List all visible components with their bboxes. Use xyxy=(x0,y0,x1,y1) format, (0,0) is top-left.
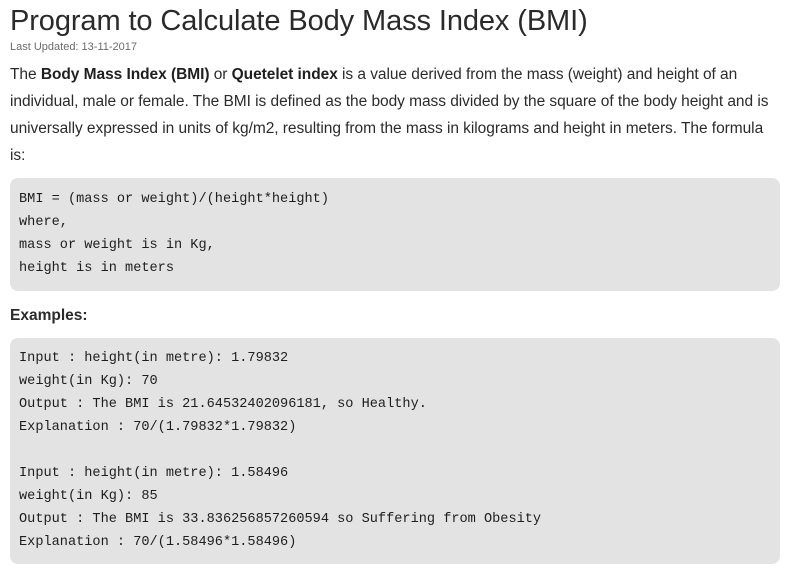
examples-heading: Examples: xyxy=(10,307,88,324)
code-line: Explanation : 70/(1.79832*1.79832) xyxy=(19,420,297,435)
code-line: Input : height(in metre): 1.58496 xyxy=(19,466,289,481)
quetelet-term: Quetelet index xyxy=(231,66,338,83)
code-line: BMI = (mass or weight)/(height*height) xyxy=(19,192,329,207)
formula-code-block: BMI = (mass or weight)/(height*height) wh… xyxy=(10,178,780,291)
code-line: weight(in Kg): 70 xyxy=(19,374,158,389)
intro-text-2: or xyxy=(209,66,232,83)
examples-code-block: Input : height(in metre): 1.79832 weight(… xyxy=(10,338,780,564)
page-title: Program to Calculate Body Mass Index (BM… xyxy=(10,5,588,37)
code-line: height is in meters xyxy=(19,261,174,276)
article: Program to Calculate Body Mass Index (BM… xyxy=(10,0,780,564)
code-line: Explanation : 70/(1.58496*1.58496) xyxy=(19,535,297,550)
last-updated-date: Last Updated: 13-11-2017 xyxy=(10,41,137,53)
code-line: weight(in Kg): 85 xyxy=(19,489,158,504)
code-line: Output : The BMI is 21.64532402096181, s… xyxy=(19,397,427,412)
bmi-term: Body Mass Index (BMI) xyxy=(40,66,210,83)
code-line: Input : height(in metre): 1.79832 xyxy=(19,351,289,366)
code-line: Output : The BMI is 33.836256857260594 s… xyxy=(19,512,542,527)
intro-text-1: The xyxy=(10,66,41,83)
code-line: mass or weight is in Kg, xyxy=(19,238,215,253)
intro-paragraph: The Body Mass Index (BMI) or Quetelet in… xyxy=(10,61,780,169)
code-line: where, xyxy=(19,215,68,230)
